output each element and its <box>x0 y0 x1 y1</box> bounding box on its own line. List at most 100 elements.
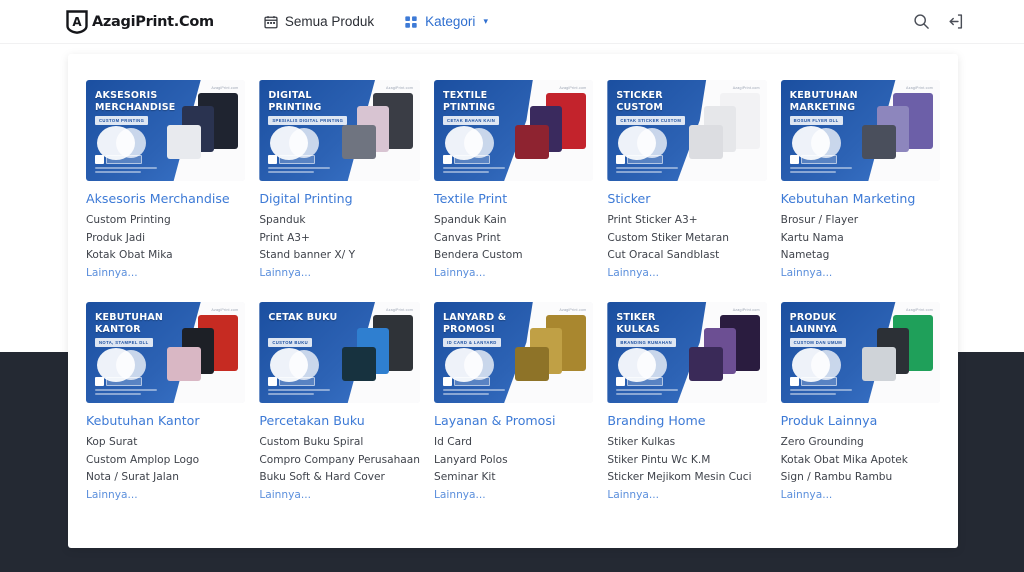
banner-cta-button <box>95 377 142 386</box>
category-more-item: Lainnya... <box>607 487 766 505</box>
banner-footer-lines <box>790 389 852 397</box>
banner-subtitle: CUSTOM BUKU <box>268 338 312 347</box>
banner-cta-pill <box>454 155 490 164</box>
category-banner-image[interactable]: AzagiPrint.comPRODUK LAINNYACUSTOM DAN U… <box>781 302 940 403</box>
banner-footer-lines <box>616 167 678 175</box>
category-more-item: Lainnya... <box>86 265 245 283</box>
category-item: Kotak Obat Mika <box>86 247 245 265</box>
banner-title: KEBUTUHAN KANTOR <box>95 312 173 335</box>
category-title-link[interactable]: Percetakan Buku <box>259 413 420 429</box>
more-link[interactable]: Lainnya... <box>259 487 311 505</box>
banner-cta-square-icon <box>95 377 104 386</box>
category-title-link[interactable]: Digital Printing <box>259 191 420 207</box>
grid-squares-icon <box>404 15 418 29</box>
banner-footer-lines <box>268 167 330 175</box>
banner-product-photo <box>689 347 723 381</box>
banner-inset-circle <box>811 350 841 380</box>
nav-link-semua-produk[interactable]: Semua Produk <box>264 14 374 29</box>
category-title-link[interactable]: Textile Print <box>434 191 593 207</box>
more-link[interactable]: Lainnya... <box>781 487 833 505</box>
brand-logo[interactable]: A AzagiPrint.Com <box>66 10 214 34</box>
banner-cta-pill <box>279 155 315 164</box>
category-item: Kotak Obat Mika Apotek <box>781 452 940 470</box>
category-title-link[interactable]: Produk Lainnya <box>781 413 940 429</box>
category-item-list: Custom Buku SpiralCompro Company Perusah… <box>259 434 420 504</box>
more-link[interactable]: Lainnya... <box>259 265 311 283</box>
banner-footer-lines <box>790 167 852 175</box>
category-card: AzagiPrint.comAKSESORIS MERCHANDISECUSTO… <box>86 80 245 282</box>
category-card: AzagiPrint.comKEBUTUHAN KANTORNOTA, STAM… <box>86 302 245 504</box>
banner-cta-button <box>268 377 315 386</box>
category-item-list: Custom PrintingProduk JadiKotak Obat Mik… <box>86 212 245 282</box>
category-title-link[interactable]: Aksesoris Merchandise <box>86 191 245 207</box>
banner-product-photo <box>167 347 201 381</box>
nav-link-kategori[interactable]: Kategori ▾ <box>404 14 488 29</box>
banner-subtitle: ID CARD & LANYARD <box>443 338 501 347</box>
category-title-link[interactable]: Sticker <box>607 191 766 207</box>
login-icon[interactable] <box>947 13 964 30</box>
category-banner-image[interactable]: AzagiPrint.comSTIKER KULKASBRANDING RUMA… <box>607 302 766 403</box>
banner-cta-button <box>95 155 142 164</box>
category-item: Buku Soft & Hard Cover <box>259 469 420 487</box>
more-link[interactable]: Lainnya... <box>434 265 486 283</box>
category-banner-image[interactable]: AzagiPrint.com LANYARD & PROMOSI ID CARD &… <box>434 302 593 403</box>
banner-cta-square-icon <box>616 155 625 164</box>
category-banner-image[interactable]: AzagiPrint.comAKSESORIS MERCHANDISECUSTO… <box>86 80 245 181</box>
banner-cta-pill <box>627 377 663 386</box>
banner-title: CETAK BUKU <box>268 312 337 324</box>
category-item-list: Print Sticker A3+Custom Stiker MetaranCu… <box>607 212 766 282</box>
banner-watermark: AzagiPrint.com <box>559 308 586 312</box>
nav-link-label: Kategori <box>425 14 475 29</box>
banner-cta-button <box>443 377 490 386</box>
more-link[interactable]: Lainnya... <box>607 265 659 283</box>
brand-name: AzagiPrint.Com <box>92 14 214 30</box>
category-title-link[interactable]: Branding Home <box>607 413 766 429</box>
banner-inset-circle <box>116 128 146 158</box>
category-card: AzagiPrint.comKEBUTUHAN MARKETINGBOSUR F… <box>781 80 940 282</box>
banner-product-photo <box>342 125 376 159</box>
banner-product-photo <box>689 125 723 159</box>
category-banner-image[interactable]: AzagiPrint.comKEBUTUHAN KANTORNOTA, STAM… <box>86 302 245 403</box>
category-item: Seminar Kit <box>434 469 593 487</box>
banner-watermark: AzagiPrint.com <box>906 86 933 90</box>
banner-cta-pill <box>801 377 837 386</box>
category-item-list: SpandukPrint A3+Stand banner X/ YLainnya… <box>259 212 420 282</box>
category-more-item: Lainnya... <box>434 487 593 505</box>
banner-cta-square-icon <box>443 155 452 164</box>
banner-title: STICKER CUSTOM <box>616 90 694 113</box>
category-item: Zero Grounding <box>781 434 940 452</box>
banner-cta-square-icon <box>616 377 625 386</box>
banner-footer-lines <box>443 167 505 175</box>
banner-watermark: AzagiPrint.com <box>906 308 933 312</box>
category-item: Custom Amplop Logo <box>86 452 245 470</box>
category-item: Lanyard Polos <box>434 452 593 470</box>
category-banner-image[interactable]: AzagiPrint.comDIGITAL PRINTINGSPESIALIS … <box>259 80 420 181</box>
category-item: Bendera Custom <box>434 247 593 265</box>
search-icon[interactable] <box>913 13 930 30</box>
category-item: Custom Buku Spiral <box>259 434 420 452</box>
banner-product-photo <box>342 347 376 381</box>
page-root: A AzagiPrint.Com Semua Produk <box>0 0 1024 572</box>
category-title-link[interactable]: Kebutuhan Kantor <box>86 413 245 429</box>
more-link[interactable]: Lainnya... <box>86 487 138 505</box>
category-item: Produk Jadi <box>86 230 245 248</box>
more-link[interactable]: Lainnya... <box>434 487 486 505</box>
banner-cta-square-icon <box>95 155 104 164</box>
category-banner-image[interactable]: AzagiPrint.comKEBUTUHAN MARKETINGBOSUR F… <box>781 80 940 181</box>
more-link[interactable]: Lainnya... <box>781 265 833 283</box>
category-banner-image[interactable]: AzagiPrint.comSTICKER CUSTOMCETAK STICKE… <box>607 80 766 181</box>
banner-title: LANYARD & PROMOSI <box>443 312 521 335</box>
banner-inset-circle <box>811 128 841 158</box>
banner-cta-square-icon <box>790 155 799 164</box>
more-link[interactable]: Lainnya... <box>86 265 138 283</box>
svg-text:A: A <box>72 15 82 29</box>
category-banner-image[interactable]: AzagiPrint.comCETAK BUKUCUSTOM BUKU <box>259 302 420 403</box>
banner-watermark: AzagiPrint.com <box>733 86 760 90</box>
category-banner-image[interactable]: AzagiPrint.comTEXTILE PTINTINGCETAK BAHA… <box>434 80 593 181</box>
category-title-link[interactable]: Layanan & Promosi <box>434 413 593 429</box>
banner-footer-lines <box>616 389 678 397</box>
category-title-link[interactable]: Kebutuhan Marketing <box>781 191 940 207</box>
category-item: Print Sticker A3+ <box>607 212 766 230</box>
more-link[interactable]: Lainnya... <box>607 487 659 505</box>
category-more-item: Lainnya... <box>259 265 420 283</box>
